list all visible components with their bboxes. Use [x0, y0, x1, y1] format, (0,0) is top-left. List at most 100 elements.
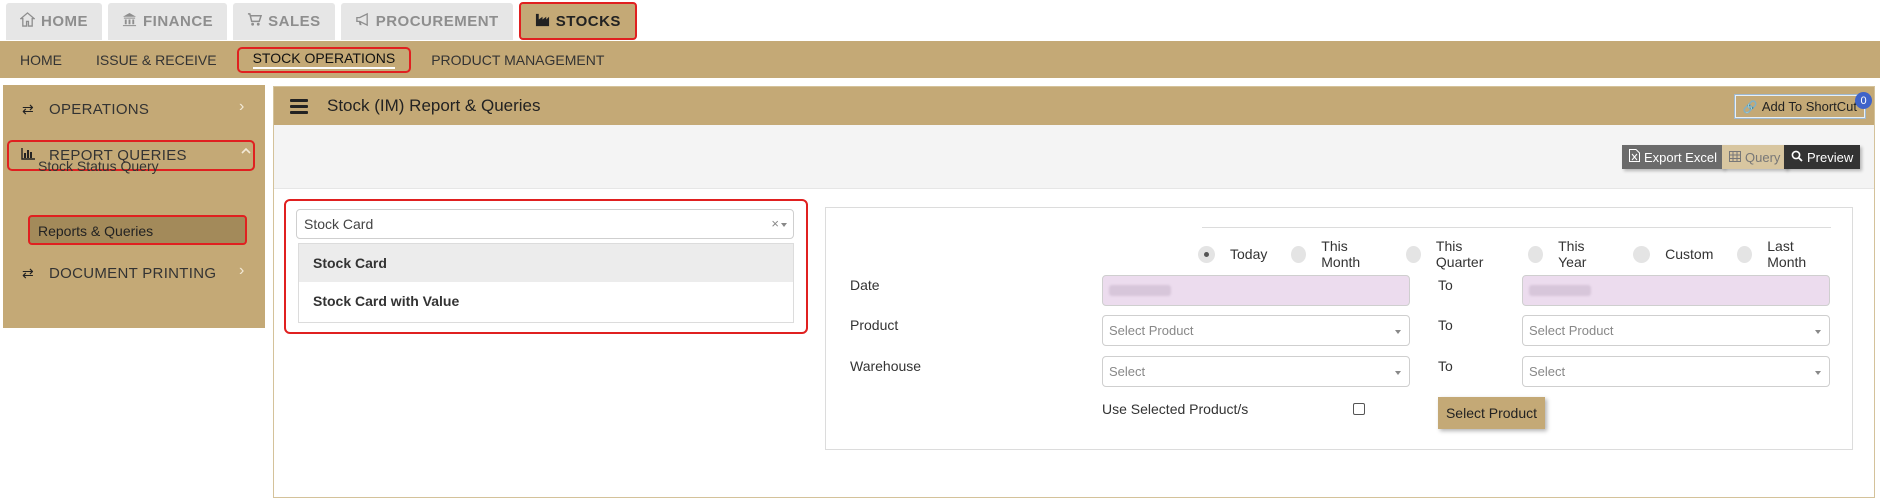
to-label: To [1438, 358, 1453, 374]
warehouse-from-placeholder: Select [1109, 364, 1146, 379]
tab-finance[interactable]: FINANCE [108, 3, 228, 40]
subnav-stock-operations-label: STOCK OPERATIONS [252, 50, 396, 69]
subnav-product-management[interactable]: PRODUCT MANAGEMENT [417, 47, 618, 73]
sidebar-item-label: OPERATIONS [49, 100, 150, 118]
tab-home-label: HOME [41, 13, 88, 30]
tab-stocks-label: STOCKS [555, 12, 621, 30]
product-to-placeholder: Select Product [1529, 323, 1614, 338]
industry-icon [535, 12, 550, 31]
radio-dot [1198, 245, 1215, 263]
export-excel-label: Export Excel [1644, 149, 1717, 165]
radio-label: Last Month [1767, 238, 1807, 270]
date-to-field[interactable] [1522, 275, 1830, 306]
shortcut-count-badge: 0 [1855, 92, 1872, 109]
report-option-stock-card-value[interactable]: Stock Card with Value [299, 282, 793, 320]
date-value-redacted [1529, 285, 1591, 296]
file-excel-icon [1629, 149, 1640, 165]
product-from-placeholder: Select Product [1109, 323, 1194, 338]
radio-custom[interactable]: Custom [1633, 245, 1714, 263]
page-title: Stock (IM) Report & Queries [327, 96, 541, 115]
radio-dot [1291, 245, 1307, 263]
caret-down-icon [1395, 371, 1401, 375]
report-select[interactable]: Stock Card × [296, 209, 794, 239]
subnav-product-management-label: PRODUCT MANAGEMENT [431, 51, 605, 68]
bar-chart-icon [20, 147, 36, 163]
chevron-up-icon [239, 144, 253, 158]
tab-procurement[interactable]: PROCUREMENT [340, 3, 513, 40]
subnav-stock-operations[interactable]: STOCK OPERATIONS [236, 46, 412, 73]
radio-label: Custom [1665, 246, 1714, 262]
sidebar-sub-label: Stock Status Query [38, 158, 159, 174]
caret-down-icon [1815, 371, 1821, 375]
add-shortcut-button[interactable]: 🔗 Add To ShortCut 0 [1733, 92, 1872, 119]
tab-stocks[interactable]: STOCKS [518, 2, 637, 40]
report-option-stock-card[interactable]: Stock Card [299, 244, 793, 282]
report-select-value: Stock Card [304, 216, 374, 232]
clear-icon[interactable]: × [771, 216, 779, 231]
radio-label: Today [1230, 246, 1268, 262]
sidebar: ⇄ OPERATIONS › REPORT QUERIES Stock Stat… [3, 85, 265, 328]
radio-dot [1737, 245, 1753, 263]
radio-today[interactable]: Today [1198, 245, 1268, 263]
query-label: Query [1745, 149, 1781, 165]
tab-home[interactable]: HOME [6, 3, 102, 40]
link-icon: 🔗 [1742, 99, 1758, 114]
radio-dot [1633, 245, 1651, 263]
warehouse-from-select[interactable]: Select [1102, 356, 1410, 387]
tab-finance-label: FINANCE [143, 13, 214, 30]
tab-sales-label: SALES [268, 13, 321, 30]
radio-dot [1528, 245, 1544, 263]
use-selected-label: Use Selected Product/s [1102, 401, 1249, 417]
exchange-icon: ⇄ [21, 100, 35, 117]
export-excel-button[interactable]: Export Excel [1622, 145, 1724, 169]
product-label: Product [850, 317, 899, 333]
radio-label: This Month [1321, 238, 1361, 270]
select-product-button[interactable]: Select Product [1438, 397, 1545, 429]
sidebar-sub-reports-queries[interactable]: Reports & Queries [28, 215, 247, 245]
warehouse-to-select[interactable]: Select [1522, 356, 1830, 387]
panel-header: Stock (IM) Report & Queries 🔗 Add To Sho… [274, 87, 1874, 125]
bullhorn-icon [355, 12, 370, 31]
menu-icon[interactable] [290, 96, 308, 117]
toolbar: Export Excel Query Preview [274, 125, 1874, 189]
subnav-home[interactable]: HOME [6, 47, 76, 73]
report-options-list: Stock Card Stock Card with Value [298, 243, 794, 323]
date-from-field[interactable] [1102, 275, 1410, 306]
filter-panel: Today This Month This Quarter This Year … [825, 207, 1853, 450]
preview-label: Preview [1807, 149, 1854, 165]
subnav-issue-receive[interactable]: ISSUE & RECEIVE [82, 47, 231, 73]
search-icon [1791, 150, 1803, 165]
caret-down-icon [1395, 330, 1401, 334]
report-select-area: Stock Card × Stock Card Stock Card with … [284, 199, 808, 334]
exchange-icon: ⇄ [21, 264, 35, 281]
sidebar-item-operations[interactable]: ⇄ OPERATIONS › [3, 91, 265, 127]
caret-down-icon [1815, 330, 1821, 334]
warehouse-to-placeholder: Select [1529, 364, 1566, 379]
chevron-right-icon: › [239, 98, 245, 115]
top-nav: HOME FINANCE SALES PROCUREMENT STOCKS [0, 0, 637, 40]
radio-this-year[interactable]: This Year [1528, 238, 1609, 270]
sub-nav: HOME ISSUE & RECEIVE STOCK OPERATIONS PR… [0, 41, 1880, 78]
radio-this-month[interactable]: This Month [1291, 238, 1382, 270]
period-radio-group: Today This Month This Quarter This Year … [1198, 238, 1852, 270]
to-label: To [1438, 317, 1453, 333]
cart-icon [247, 12, 263, 31]
query-button[interactable]: Query [1722, 145, 1788, 169]
product-from-select[interactable]: Select Product [1102, 315, 1410, 346]
use-selected-checkbox[interactable] [1353, 403, 1365, 415]
date-label: Date [850, 277, 880, 293]
subnav-home-label: HOME [20, 51, 62, 68]
sidebar-item-document-printing[interactable]: ⇄ DOCUMENT PRINTING › [3, 255, 265, 291]
sidebar-sub-label: Reports & Queries [38, 223, 154, 239]
tab-sales[interactable]: SALES [233, 3, 335, 40]
radio-label: This Quarter [1435, 238, 1484, 270]
bank-icon [122, 12, 137, 31]
preview-button[interactable]: Preview [1784, 145, 1861, 169]
tab-procurement-label: PROCUREMENT [375, 13, 499, 30]
sidebar-item-label: DOCUMENT PRINTING [49, 264, 217, 282]
radio-last-month[interactable]: Last Month [1737, 238, 1828, 270]
sidebar-sub-stock-status-query[interactable]: Stock Status Query [38, 158, 159, 174]
chevron-right-icon: › [239, 262, 245, 279]
radio-this-quarter[interactable]: This Quarter [1405, 238, 1504, 270]
product-to-select[interactable]: Select Product [1522, 315, 1830, 346]
